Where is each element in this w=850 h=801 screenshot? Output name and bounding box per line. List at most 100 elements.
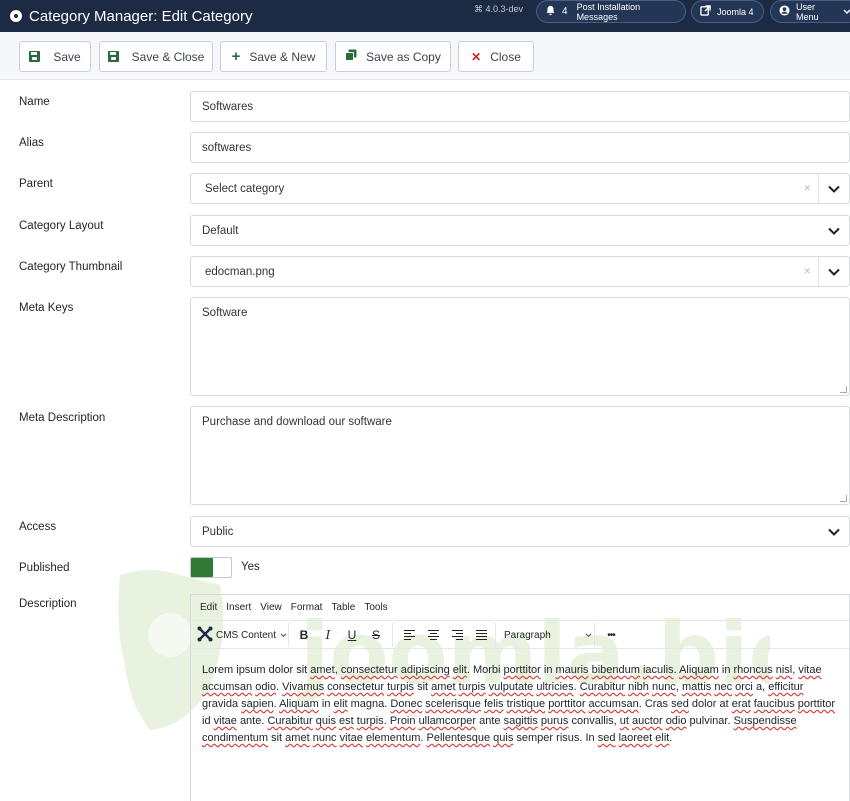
- close-icon: ✕: [471, 49, 482, 64]
- name-value: Softwares: [202, 100, 254, 113]
- published-label: Published: [19, 562, 70, 574]
- user-icon: [779, 4, 790, 19]
- resize-handle-icon[interactable]: [840, 495, 847, 502]
- close-button[interactable]: ✕ Close: [458, 41, 534, 72]
- chevron-down-icon: [843, 7, 850, 17]
- alias-input[interactable]: softwares: [190, 132, 850, 163]
- meta-keys-label: Meta Keys: [19, 302, 74, 314]
- bold-button[interactable]: B: [297, 627, 311, 643]
- access-select[interactable]: Public: [190, 516, 850, 547]
- menu-view[interactable]: View: [260, 602, 282, 613]
- chevron-down-icon[interactable]: [818, 174, 849, 203]
- save-as-copy-button[interactable]: Save as Copy: [335, 41, 451, 72]
- save-button[interactable]: Save: [19, 41, 91, 72]
- more-options-button[interactable]: •••: [601, 627, 621, 643]
- version-label: ⌘ 4.0.3-dev: [474, 4, 524, 14]
- save-icon: [107, 51, 119, 62]
- joomla-site-button[interactable]: Joomla 4: [691, 0, 764, 23]
- save-close-button[interactable]: Save & Close: [99, 41, 213, 72]
- toolbar-separator: [495, 623, 496, 647]
- top-header: Category Manager: Edit Category ⌘ 4.0.3-…: [0, 0, 850, 32]
- paragraph-format-select[interactable]: Paragraph: [504, 627, 592, 643]
- align-right-button[interactable]: [450, 627, 464, 643]
- layout-label: Category Layout: [19, 220, 104, 232]
- toolbar-separator: [594, 623, 595, 647]
- bell-icon: [545, 5, 556, 19]
- access-label: Access: [19, 521, 57, 533]
- thumbnail-value: edocman.png: [205, 265, 275, 278]
- description-label: Description: [19, 598, 77, 610]
- save-label: Save: [53, 49, 81, 64]
- joomla-label: Joomla 4: [717, 6, 754, 17]
- plus-icon: +: [231, 48, 241, 65]
- clear-icon[interactable]: ✕: [803, 266, 811, 277]
- underline-button[interactable]: U: [345, 627, 359, 643]
- parent-value: Select category: [205, 182, 285, 195]
- menu-format[interactable]: Format: [291, 602, 323, 613]
- meta-keys-value: Software: [202, 307, 248, 319]
- align-justify-icon: [475, 630, 487, 640]
- menu-tools[interactable]: Tools: [364, 602, 387, 613]
- align-left-button[interactable]: [402, 627, 416, 643]
- save-close-label: Save & Close: [131, 49, 205, 64]
- access-value: Public: [202, 525, 234, 538]
- name-input[interactable]: Softwares: [190, 91, 850, 122]
- post-installation-messages-button[interactable]: 4 Post Installation Messages: [536, 0, 686, 23]
- chevron-down-icon: [818, 517, 849, 546]
- chevron-down-icon: [585, 630, 592, 641]
- cms-content-label: CMS Content: [216, 629, 277, 641]
- menu-insert[interactable]: Insert: [226, 602, 251, 613]
- toolbar-separator: [392, 623, 393, 647]
- align-right-icon: [451, 630, 463, 640]
- meta-description-textarea[interactable]: Purchase and download our software: [190, 406, 850, 505]
- align-center-icon: [427, 630, 439, 640]
- user-menu-label: User Menu: [796, 1, 819, 22]
- save-new-button[interactable]: + Save & New: [220, 41, 327, 72]
- copy-icon: [345, 49, 357, 64]
- parent-label: Parent: [19, 178, 53, 190]
- align-justify-button[interactable]: [474, 627, 488, 643]
- parent-select[interactable]: Select category ✕: [190, 173, 850, 204]
- layout-value: Default: [202, 224, 239, 237]
- editor-content[interactable]: Lorem ipsum dolor sit amet, consectetur …: [202, 662, 842, 747]
- alias-label: Alias: [19, 137, 44, 149]
- notification-count: 4: [562, 6, 568, 17]
- user-menu-button[interactable]: User Menu: [770, 0, 850, 23]
- action-toolbar: Save Save & Close + Save & New Save as C…: [0, 32, 850, 80]
- save-new-label: Save & New: [249, 49, 316, 64]
- paragraph-label: Paragraph: [504, 629, 551, 641]
- strikethrough-button[interactable]: S: [369, 627, 383, 643]
- post-installation-label: Post Installation Messages: [576, 1, 641, 22]
- external-link-icon: [700, 4, 711, 19]
- editor-menubar: Edit Insert View Format Table Tools: [191, 595, 849, 621]
- italic-button[interactable]: I: [321, 627, 335, 643]
- chevron-down-icon: [280, 630, 287, 641]
- save-icon: [29, 51, 41, 62]
- published-toggle[interactable]: [190, 557, 232, 578]
- menu-table[interactable]: Table: [331, 602, 355, 613]
- meta-description-value: Purchase and download our software: [202, 416, 392, 428]
- joomla-logo-icon: [197, 626, 213, 645]
- editor-toolbar: CMS Content B I U S Paragraph •••: [191, 621, 849, 649]
- menu-edit[interactable]: Edit: [200, 602, 217, 613]
- align-center-button[interactable]: [426, 627, 440, 643]
- name-label: Name: [19, 96, 50, 108]
- chevron-down-icon[interactable]: [818, 257, 849, 286]
- thumbnail-select[interactable]: edocman.png ✕: [190, 256, 850, 287]
- alias-value: softwares: [202, 141, 252, 154]
- meta-description-label: Meta Description: [19, 412, 106, 424]
- joomla-circle-icon: [10, 10, 22, 22]
- align-left-icon: [403, 630, 415, 640]
- page-title: Category Manager: Edit Category: [29, 7, 253, 25]
- save-copy-label: Save as Copy: [366, 49, 441, 64]
- close-label: Close: [490, 49, 521, 64]
- meta-keys-textarea[interactable]: Software: [190, 297, 850, 396]
- cms-content-dropdown[interactable]: CMS Content: [197, 626, 289, 645]
- layout-select[interactable]: Default: [190, 215, 850, 246]
- resize-handle-icon[interactable]: [840, 386, 847, 393]
- chevron-down-icon: [818, 216, 849, 245]
- clear-icon[interactable]: ✕: [803, 183, 811, 194]
- description-editor: Edit Insert View Format Table Tools CMS …: [190, 594, 850, 801]
- published-state: Yes: [241, 561, 260, 573]
- toggle-knob: [191, 558, 213, 577]
